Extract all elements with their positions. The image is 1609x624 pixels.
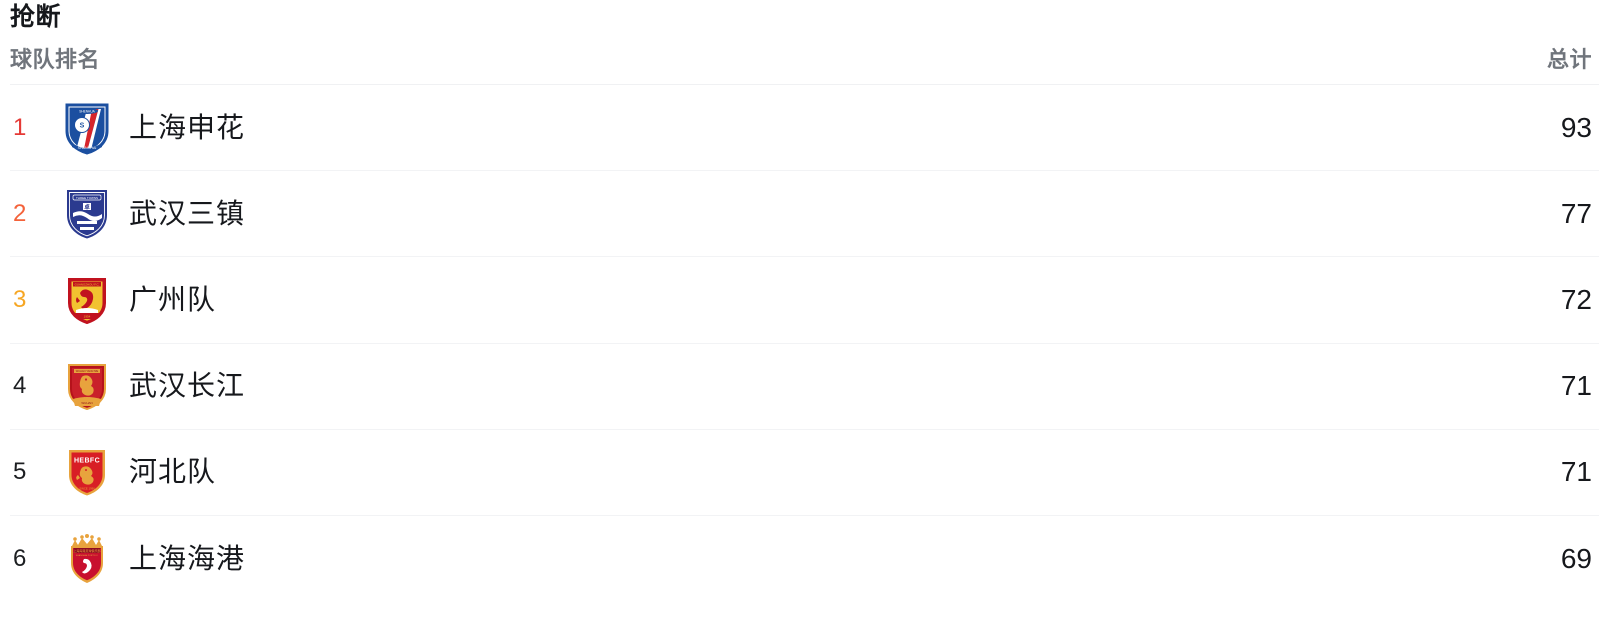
rank-number: 4	[13, 372, 27, 400]
table-row[interactable]: 2 THREE TOWNS 卓 武汉三镇 77	[10, 171, 1599, 258]
team-name: 上海申花	[129, 111, 246, 143]
guangzhou-fc-crest-icon: GUANGZHOU F.C. 1954	[59, 272, 115, 328]
svg-text:SHENHUA: SHENHUA	[79, 109, 95, 113]
svg-text:WUHAN: WUHAN	[81, 401, 92, 405]
wuhan-yangtze-river-crest-icon: WUHAN YANGTZE WUHAN	[59, 358, 115, 414]
rank-number: 5	[13, 458, 27, 486]
rank-number: 2	[13, 199, 27, 227]
team-name: 上海海港	[129, 542, 246, 574]
team-total-value: 93	[1560, 111, 1592, 143]
team-name: 武汉三镇	[129, 197, 246, 229]
hebei-fc-crest-icon: HEBFC SINCE 1996	[59, 444, 115, 500]
team-total-value: 69	[1560, 542, 1592, 574]
team-total-value: 71	[1560, 370, 1592, 402]
wuhan-three-towns-crest-icon: THREE TOWNS 卓	[59, 186, 115, 242]
svg-text:WUHAN YANGTZE: WUHAN YANGTZE	[76, 369, 99, 373]
svg-text:SHANGHAI: SHANGHAI	[78, 146, 97, 150]
svg-text:SHANGHAI PORT F.C.: SHANGHAI PORT F.C.	[76, 554, 99, 557]
team-total-value: 71	[1560, 456, 1592, 488]
table-row[interactable]: 4 WUHAN YANGTZE WUHAN 武汉长江 71	[10, 344, 1599, 430]
svg-text:GUANGZHOU F.C.: GUANGZHOU F.C.	[75, 283, 100, 287]
team-stat-ranking-panel: 抢断 球队排名 总计 1 SHENHUA S SHANGHAI 上海申花 93 …	[0, 0, 1609, 624]
svg-text:上海海港足球俱乐部: 上海海港足球俱乐部	[73, 548, 100, 553]
svg-text:HEBFC: HEBFC	[74, 458, 100, 465]
table-row[interactable]: 5 HEBFC SINCE 1996 河北队 71	[10, 430, 1599, 516]
table-row[interactable]: 3 GUANGZHOU F.C. 1954 广州队 72	[10, 257, 1599, 344]
team-name: 武汉长江	[129, 370, 246, 402]
rank-number: 1	[13, 113, 27, 141]
team-name: 广州队	[129, 283, 217, 315]
column-header-team: 球队排名	[10, 47, 101, 72]
svg-text:1954: 1954	[84, 314, 91, 318]
page-title: 抢断	[10, 3, 62, 31]
table-row[interactable]: 1 SHENHUA S SHANGHAI 上海申花 93	[10, 85, 1599, 172]
team-total-value: 77	[1560, 197, 1592, 229]
svg-text:THREE TOWNS: THREE TOWNS	[76, 196, 98, 200]
rank-number: 3	[13, 285, 27, 313]
svg-text:S: S	[80, 122, 85, 129]
table-header-row: 球队排名 总计	[10, 32, 1599, 85]
table-row[interactable]: 6 上海海港足球俱乐部 SHANGHAI PORT F.C. 上海海港 69	[10, 516, 1599, 601]
team-total-value: 72	[1560, 283, 1592, 315]
svg-text:卓: 卓	[84, 203, 90, 211]
svg-text:SINCE 1996: SINCE 1996	[79, 487, 95, 491]
shanghai-shenhua-crest-icon: SHENHUA S SHANGHAI	[59, 100, 115, 156]
rank-number: 6	[13, 544, 27, 572]
column-header-total: 总计	[1546, 47, 1592, 72]
shanghai-port-crest-icon: 上海海港足球俱乐部 SHANGHAI PORT F.C.	[59, 531, 115, 587]
team-name: 河北队	[129, 456, 217, 488]
